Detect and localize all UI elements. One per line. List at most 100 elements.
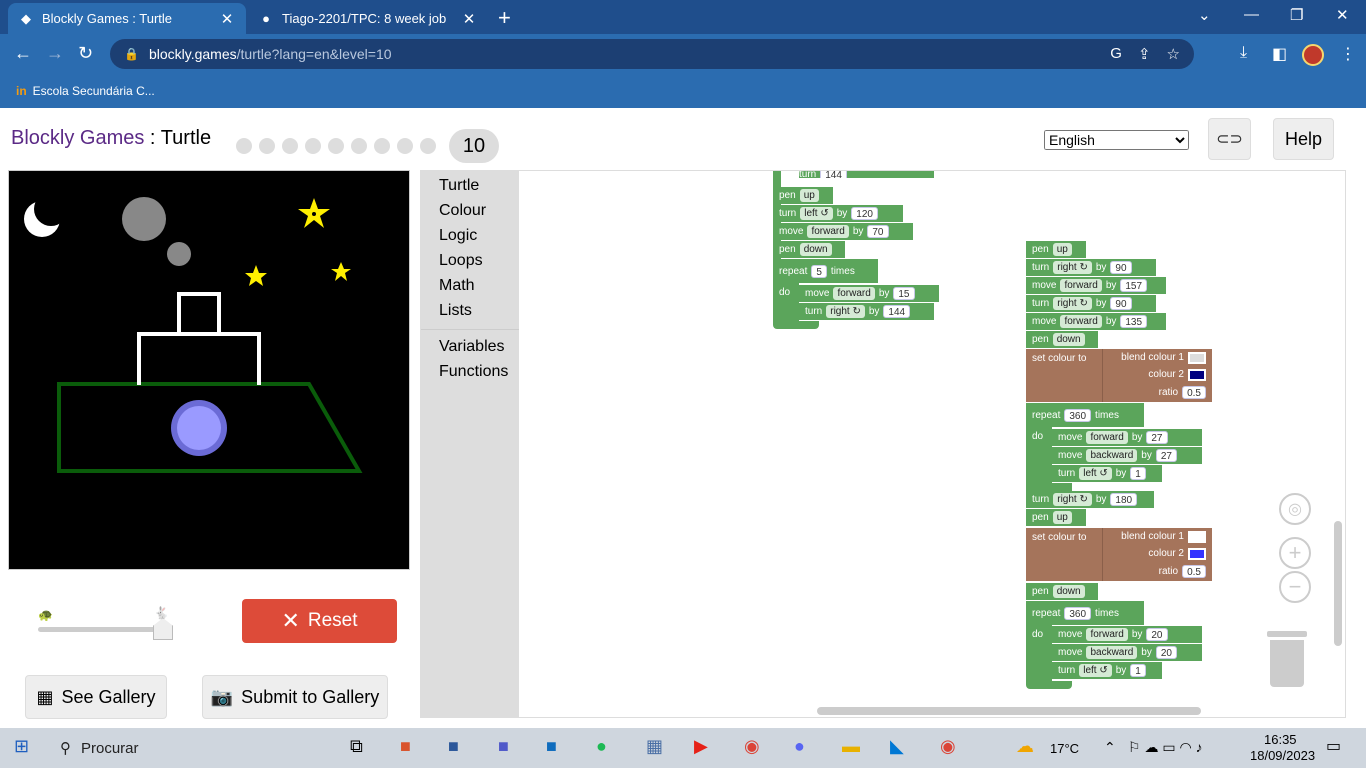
dropdown-left[interactable]: left ↺ — [800, 207, 833, 220]
back-icon[interactable]: ← — [14, 43, 32, 64]
task-view-icon[interactable]: ⧉ — [350, 736, 363, 757]
weather-temp[interactable]: 17°C — [1050, 741, 1079, 756]
block-turn-right[interactable]: turn right ↻ by 180 — [1026, 491, 1154, 508]
lock-icon[interactable]: 🔒 — [124, 47, 139, 61]
num-input[interactable]: 70 — [867, 225, 889, 238]
tray-icons[interactable]: ⚐ ☁ ▭ ◠ ♪ — [1128, 739, 1203, 756]
block-pen-down[interactable]: pen down — [1026, 583, 1098, 600]
level-dot[interactable] — [420, 138, 436, 154]
colour-swatch[interactable] — [1188, 368, 1206, 381]
dropdown-forward[interactable]: forward — [833, 287, 875, 300]
block-pen-up[interactable]: pen up — [1026, 241, 1086, 258]
side-panel-icon[interactable]: ◧ — [1272, 44, 1287, 64]
block-repeat[interactable]: repeat 360 times — [1026, 601, 1144, 625]
block-turn-right[interactable]: turn right ↻ by 90 — [1026, 259, 1156, 276]
block-pen-up[interactable]: pen up — [1026, 509, 1086, 526]
address-bar[interactable]: 🔒 blockly.games/turtle?lang=en&level=10 … — [110, 39, 1194, 69]
language-select[interactable]: English — [1044, 130, 1189, 150]
dropdown-backward[interactable]: backward — [1086, 646, 1138, 659]
block-inner-turn[interactable]: turn left ↺ by 1 — [1052, 662, 1162, 679]
level-dot[interactable] — [282, 138, 298, 154]
clock-time[interactable]: 16:35 — [1264, 732, 1297, 747]
block-turn-partial[interactable]: turn 144 — [799, 171, 934, 178]
toolbox-category[interactable]: Colour — [439, 202, 486, 220]
num-input[interactable]: 180 — [1110, 493, 1138, 506]
block-move-forward[interactable]: move forward by 135 — [1026, 313, 1166, 330]
dropdown-up[interactable]: up — [799, 189, 819, 202]
colour-swatch[interactable] — [1188, 351, 1206, 364]
vertical-scrollbar[interactable] — [1334, 521, 1342, 646]
profile-avatar[interactable] — [1302, 44, 1324, 66]
calculator-icon[interactable]: ▦ — [646, 736, 663, 757]
see-gallery-button[interactable]: ▦ See Gallery — [25, 675, 167, 719]
block-repeat[interactable]: repeat 5 times — [773, 259, 878, 283]
num-input[interactable]: 15 — [893, 287, 915, 300]
toolbox-category[interactable]: Math — [439, 277, 475, 295]
dropdown-forward[interactable]: forward — [1060, 279, 1102, 292]
block-inner-move[interactable]: move forward by 27 — [1052, 429, 1202, 446]
trash-icon[interactable] — [1267, 631, 1307, 687]
dropdown-down[interactable]: down — [799, 243, 832, 256]
link-button[interactable]: ⊂⊃ — [1208, 118, 1251, 160]
tray-chevron-icon[interactable]: ⌃ — [1104, 739, 1116, 756]
windows-start-icon[interactable]: ⊞ — [14, 736, 29, 757]
toolbox-category[interactable]: Functions — [439, 363, 508, 381]
block-inner-move-back[interactable]: move backward by 20 — [1052, 644, 1202, 661]
level-dot[interactable] — [305, 138, 321, 154]
minimize-icon[interactable]: — — [1244, 6, 1259, 23]
num-input[interactable]: 135 — [1120, 315, 1148, 328]
reset-button[interactable]: ✕ Reset — [242, 599, 397, 643]
speed-slider[interactable]: 🐢 🐇 — [36, 604, 176, 644]
google-icon[interactable]: G — [1110, 45, 1122, 63]
toolbox-category[interactable]: Turtle — [439, 177, 479, 195]
spotify-icon[interactable]: ● — [596, 736, 607, 757]
new-tab-button[interactable]: + — [498, 5, 511, 31]
block-pen-down[interactable]: pen down — [773, 241, 845, 258]
num-input[interactable]: 27 — [1155, 449, 1177, 462]
block-set-colour[interactable]: set colour to — [1026, 528, 1102, 581]
block-set-colour[interactable]: set colour to — [1026, 349, 1102, 402]
level-dot[interactable] — [259, 138, 275, 154]
tab-blockly-turtle[interactable]: ◆ Blockly Games : Turtle ✕ — [8, 3, 246, 34]
dropdown-right[interactable]: right ↻ — [1053, 297, 1092, 310]
chrome-icon[interactable]: ◉ — [744, 736, 760, 757]
forward-icon[interactable]: → — [46, 43, 64, 64]
outlook-icon[interactable]: ■ — [546, 736, 557, 757]
dropdown-forward[interactable]: forward — [1086, 628, 1128, 641]
level-dot[interactable] — [328, 138, 344, 154]
restore-icon[interactable]: ❐ — [1290, 6, 1303, 24]
colour-swatch[interactable] — [1188, 530, 1206, 543]
block-move-forward[interactable]: move forward by 157 — [1026, 277, 1166, 294]
download-icon[interactable]: ⤓ — [1240, 44, 1247, 62]
toolbox-category[interactable]: Lists — [439, 302, 472, 320]
toolbox-category[interactable]: Variables — [439, 338, 505, 356]
block-pen-down[interactable]: pen down — [1026, 331, 1098, 348]
speed-knob[interactable] — [153, 618, 173, 640]
dropdown-right[interactable]: right ↻ — [1053, 493, 1092, 506]
word-icon[interactable]: ■ — [448, 736, 459, 757]
horizontal-scrollbar[interactable] — [817, 707, 1201, 715]
tab-search-chevron-icon[interactable]: ⌄ — [1198, 6, 1211, 24]
num-input[interactable]: 0.5 — [1182, 386, 1206, 400]
bookmark-escola[interactable]: Escola Secundária C... — [33, 84, 155, 98]
num-input[interactable]: 157 — [1120, 279, 1148, 292]
speed-track[interactable] — [38, 627, 172, 632]
num-input[interactable]: 360 — [1064, 408, 1092, 422]
num-input[interactable]: 1 — [1130, 467, 1146, 480]
submit-gallery-button[interactable]: 📷 Submit to Gallery — [202, 675, 388, 719]
dropdown-forward[interactable]: forward — [1086, 431, 1128, 444]
tab-close-icon[interactable]: ✕ — [460, 10, 478, 28]
chrome-active-icon[interactable]: ◉ — [940, 736, 956, 757]
level-dot[interactable] — [374, 138, 390, 154]
num-input[interactable]: 20 — [1155, 646, 1177, 659]
dropdown-up[interactable]: up — [1052, 243, 1072, 256]
dropdown-backward[interactable]: backward — [1086, 449, 1138, 462]
toolbox-category[interactable]: Loops — [439, 252, 483, 270]
num-input[interactable]: 27 — [1146, 431, 1168, 444]
num-input[interactable]: 0.5 — [1182, 565, 1206, 579]
taskbar-search[interactable]: ⚲ Procurar — [48, 728, 248, 768]
num-input[interactable]: 144 — [820, 171, 847, 178]
blockly-workspace[interactable]: Turtle Colour Logic Loops Math Lists Var… — [420, 170, 1346, 718]
menu-icon[interactable]: ⋮ — [1340, 44, 1356, 64]
num-input[interactable]: 90 — [1110, 297, 1132, 310]
